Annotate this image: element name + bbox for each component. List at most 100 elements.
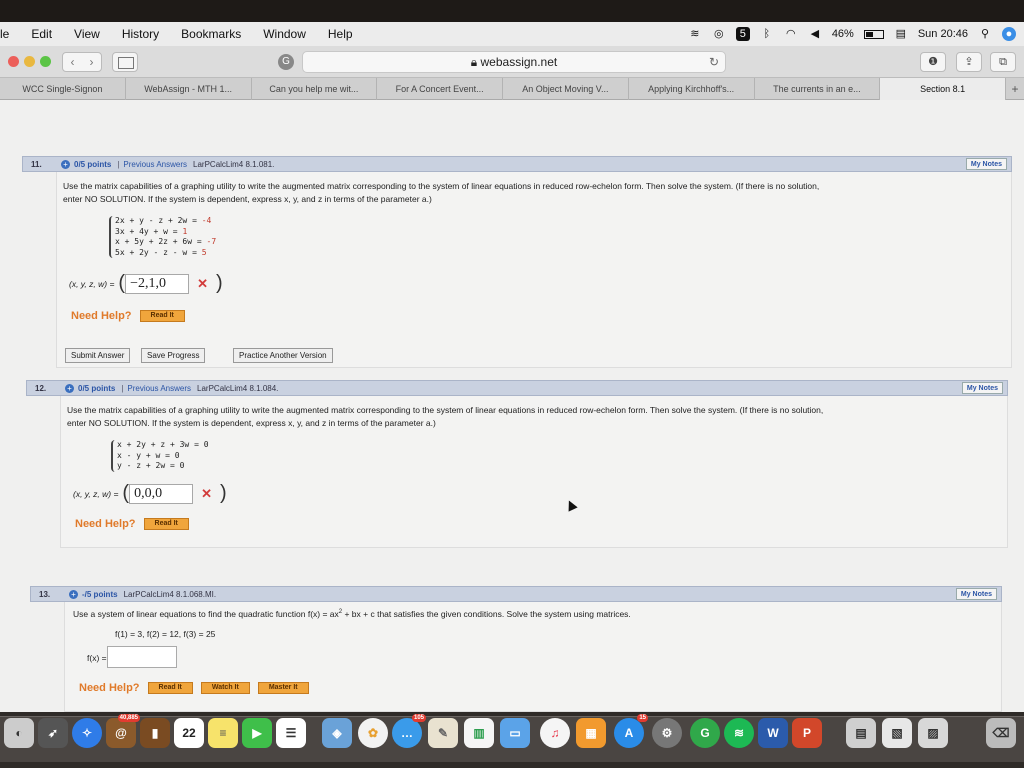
points: 0/5 points — [78, 383, 116, 393]
textedit-icon[interactable]: ✎ — [428, 718, 458, 748]
battery-icon[interactable] — [863, 29, 884, 39]
submit-answer-button[interactable]: Submit Answer — [65, 348, 131, 363]
menu-window[interactable]: Window — [263, 27, 306, 41]
close-window-button[interactable] — [8, 56, 19, 67]
finder-icon[interactable]: ◐ — [4, 718, 34, 748]
facetime-icon[interactable]: ▶ — [242, 718, 272, 748]
tab-kirchhoff[interactable]: Applying Kirchhoff's... — [629, 78, 755, 100]
my-notes-button[interactable]: My Notes — [965, 158, 1007, 170]
screenshots-folder-icon[interactable]: ▨ — [918, 718, 948, 748]
need-help: Need Help? Read It Watch It Master It — [79, 682, 309, 694]
address-bar[interactable]: 🔒︎ webassign.net ↻ — [302, 51, 726, 73]
maps-icon[interactable]: ◈ — [322, 718, 352, 748]
open-paren: ( — [122, 482, 130, 504]
reminders-icon[interactable]: ☰ — [276, 718, 306, 748]
status-area: ≋ ◎ 5 ᛒ ◠ ◀ 46% ▤ Sun 20:46 ⚲ ● — [688, 22, 1024, 46]
dock: ◐ ➶ ✧ 40,885 @ ▮ 22 ≡ ▶ ☰ ◈ ✿ 105… ✎ ▥ ▭ … — [0, 712, 1024, 768]
watch-it-button[interactable]: Watch It — [200, 682, 250, 694]
ibooks-icon[interactable]: ▦ — [576, 718, 606, 748]
forward-icon[interactable]: › — [90, 55, 94, 69]
menu-edit[interactable]: Edit — [31, 27, 52, 41]
trash-icon[interactable]: ⌫ — [986, 718, 1016, 748]
extension-button[interactable]: ❶ — [920, 52, 946, 72]
expand-icon[interactable]: + — [65, 383, 74, 393]
launchpad-icon[interactable]: ➶ — [38, 718, 68, 748]
contacts-icon[interactable]: 40,885 @ — [106, 714, 140, 748]
spotify-icon[interactable]: ≋ — [724, 718, 754, 748]
answer-input[interactable] — [129, 483, 194, 504]
keynote-icon[interactable]: ▭ — [500, 718, 530, 748]
menu-view[interactable]: View — [74, 27, 100, 41]
numbers-icon[interactable]: ▥ — [464, 718, 494, 748]
spotlight-icon[interactable]: ⚲ — [978, 27, 992, 41]
photos-icon[interactable]: ✿ — [358, 718, 388, 748]
separator: | — [121, 383, 124, 393]
messages-icon[interactable]: 105… — [392, 714, 426, 748]
system-preferences-icon[interactable]: ⚙ — [652, 718, 682, 748]
zoom-window-button[interactable] — [40, 56, 51, 67]
master-it-button[interactable]: Master It — [257, 682, 309, 694]
appstore-icon[interactable]: 15 A — [614, 714, 648, 748]
question-source: LarPCalcLim4 8.1.084. — [197, 383, 279, 393]
tab-concert[interactable]: For A Concert Event... — [377, 78, 503, 100]
menu-bookmarks[interactable]: Bookmarks — [181, 27, 241, 41]
new-tab-icon[interactable]: + — [1006, 78, 1024, 99]
practice-another-version-button[interactable]: Practice Another Version — [233, 348, 333, 363]
tab-webassign[interactable]: WebAssign - MTH 1... — [126, 78, 252, 100]
question-prompt: Use the matrix capabilities of a graphin… — [63, 181, 820, 204]
tab-object[interactable]: An Object Moving V... — [503, 78, 629, 100]
siri-icon[interactable]: ● — [1002, 27, 1016, 41]
need-help-label: Need Help? — [71, 310, 132, 322]
previous-answers-link[interactable]: Previous Answers — [127, 384, 191, 393]
lock-icon: 🔒︎ — [470, 55, 478, 69]
read-it-button[interactable]: Read It — [147, 682, 193, 694]
my-notes-button[interactable]: My Notes — [955, 588, 997, 600]
save-progress-button[interactable]: Save Progress — [141, 348, 206, 363]
tab-wcc[interactable]: WCC Single-Signon — [0, 78, 126, 100]
fx-input[interactable] — [107, 646, 177, 668]
notes-book-icon[interactable]: ▮ — [140, 718, 170, 748]
tabs-overview-button[interactable]: ⧉ — [990, 52, 1016, 72]
sidebar-toggle-button[interactable] — [112, 52, 138, 72]
reload-icon[interactable]: ↻ — [709, 52, 719, 72]
sync-icon[interactable]: ◎ — [712, 27, 726, 41]
menu-help[interactable]: Help — [328, 27, 353, 41]
extension-icon[interactable]: 5 — [735, 27, 750, 41]
documents-folder-icon[interactable]: ▧ — [882, 718, 912, 748]
menu-file[interactable]: le — [0, 27, 9, 41]
safari-icon[interactable]: ✧ — [72, 718, 102, 748]
expand-icon[interactable]: + — [61, 159, 70, 169]
notes-icon[interactable]: ≡ — [208, 718, 238, 748]
volume-icon[interactable]: ◀ — [808, 27, 822, 41]
points: -/5 points — [82, 589, 118, 599]
word-icon[interactable]: W — [758, 718, 788, 748]
tab-help[interactable]: Can you help me wit... — [252, 78, 378, 100]
question-source: LarPCalcLim4 8.1.081. — [193, 159, 275, 169]
wifi-icon[interactable]: ◠ — [784, 27, 798, 41]
menu-history[interactable]: History — [122, 27, 159, 41]
bluetooth-icon[interactable]: ᛒ — [760, 27, 774, 41]
clock[interactable]: Sun 20:46 — [918, 28, 968, 40]
question-source: LarPCalcLim4 8.1.068.MI. — [123, 589, 217, 599]
privacy-shield-icon[interactable]: G — [278, 54, 294, 70]
grammarly-icon[interactable]: G — [690, 718, 720, 748]
previous-answers-link[interactable]: Previous Answers — [123, 160, 187, 169]
answer-input[interactable] — [125, 273, 190, 294]
read-it-button[interactable]: Read It — [143, 518, 189, 530]
tab-currents[interactable]: The currents in an e... — [755, 78, 881, 100]
expand-icon[interactable]: + — [69, 589, 78, 599]
airdrop-icon[interactable]: ≋ — [688, 27, 702, 41]
music-icon[interactable]: ♫ — [540, 718, 570, 748]
calendar-icon[interactable]: 22 — [174, 718, 204, 748]
input-flag-icon[interactable]: ▤ — [894, 27, 908, 41]
share-button[interactable]: ⇪ — [956, 52, 982, 72]
back-forward-buttons[interactable]: ‹ › — [62, 52, 102, 72]
my-notes-button[interactable]: My Notes — [961, 382, 1003, 394]
read-it-button[interactable]: Read It — [139, 310, 185, 322]
back-icon[interactable]: ‹ — [71, 55, 75, 69]
tab-section[interactable]: Section 8.1 — [880, 78, 1006, 100]
minimize-window-button[interactable] — [24, 56, 35, 67]
powerpoint-icon[interactable]: P — [792, 718, 822, 748]
answer-row: (x, y, z, w) = ( ✕ ) — [73, 482, 227, 505]
downloads-folder-icon[interactable]: ▤ — [846, 718, 876, 748]
